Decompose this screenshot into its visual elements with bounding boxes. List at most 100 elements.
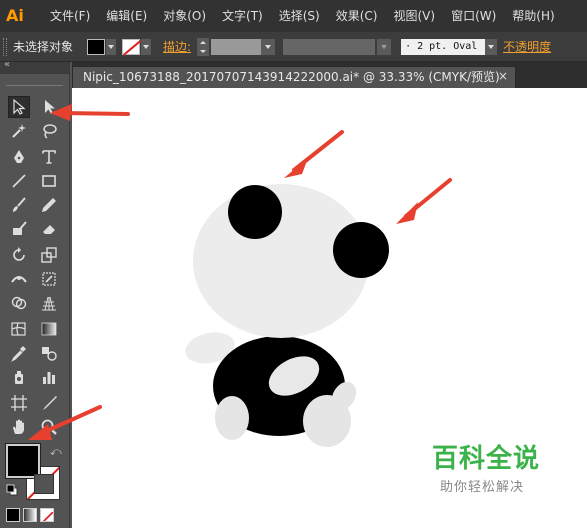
line-icon: [12, 174, 26, 188]
column-graph-tool[interactable]: [38, 366, 60, 388]
mesh-tool[interactable]: [8, 318, 30, 340]
symbol-sprayer-tool[interactable]: [8, 366, 30, 388]
rectangle-tool[interactable]: [38, 170, 60, 192]
rotate-icon: [13, 247, 25, 261]
brush-definition-field[interactable]: · 2 pt. Oval: [401, 38, 486, 55]
magic-wand-icon: [12, 124, 26, 138]
width-icon: [11, 276, 27, 283]
menu-select[interactable]: 选择(S): [271, 0, 328, 32]
hand-tool[interactable]: [8, 416, 30, 438]
menu-object[interactable]: 对象(O): [155, 0, 214, 32]
variable-width-dropdown[interactable]: [377, 38, 392, 55]
menu-edit[interactable]: 编辑(E): [98, 0, 155, 32]
menu-bar: Ai 文件(F) 编辑(E) 对象(O) 文字(T) 选择(S) 效果(C) 视…: [0, 0, 587, 32]
menu-view[interactable]: 视图(V): [385, 0, 443, 32]
eraser-icon: [43, 225, 55, 234]
color-mode-row: [6, 508, 54, 522]
color-mode-button[interactable]: [6, 508, 20, 522]
fill-color-swatch[interactable]: [5, 443, 41, 479]
perspective-grid-tool[interactable]: [38, 292, 60, 314]
scale-icon: [41, 247, 57, 263]
menu-effect[interactable]: 效果(C): [328, 0, 386, 32]
gradient-tool[interactable]: [38, 318, 60, 340]
stroke-weight-stepper[interactable]: [197, 37, 210, 56]
fill-color-button[interactable]: [87, 38, 117, 55]
line-segment-tool[interactable]: [8, 170, 30, 192]
panel-grip[interactable]: [6, 76, 63, 86]
lasso-tool[interactable]: [38, 120, 60, 142]
magic-wand-tool[interactable]: [8, 120, 30, 142]
scale-tool[interactable]: [38, 244, 60, 266]
artboard-canvas[interactable]: 百科全说 助你轻松解决: [72, 88, 587, 528]
fill-swatch: [87, 38, 106, 55]
document-tab-title: Nipic_10673188_20170707143914222000.ai* …: [83, 70, 500, 84]
gradient-icon: [41, 322, 57, 336]
slice-knife-icon: [43, 396, 57, 410]
swap-colors-icon[interactable]: ⤺: [50, 445, 62, 459]
blend-icon: [42, 347, 57, 361]
menu-window[interactable]: 窗口(W): [443, 0, 504, 32]
stroke-swatch-hole: [34, 474, 54, 494]
pencil-icon: [42, 198, 56, 212]
watermark-subtitle: 助你轻松解决: [440, 480, 525, 495]
pencil-tool[interactable]: [38, 194, 60, 216]
perspective-grid-icon: [42, 296, 56, 311]
stroke-weight-dropdown[interactable]: [261, 38, 276, 55]
eraser-tool[interactable]: [38, 218, 60, 240]
chevron-down-icon: [106, 38, 117, 55]
hand-icon: [13, 419, 24, 434]
shape-builder-tool[interactable]: [8, 292, 30, 314]
stroke-color-button[interactable]: [122, 38, 152, 55]
stroke-weight-input[interactable]: [211, 38, 262, 55]
slice-tool[interactable]: [38, 392, 60, 414]
mesh-icon: [11, 322, 26, 336]
direct-selection-tool[interactable]: [38, 96, 60, 118]
eyedropper-icon: [11, 346, 26, 362]
blob-brush-icon: [13, 221, 27, 235]
blob-brush-tool[interactable]: [8, 218, 30, 240]
rectangle-icon: [42, 175, 56, 187]
rotate-tool[interactable]: [8, 244, 30, 266]
zoom-tool[interactable]: [38, 416, 60, 438]
app-logo: Ai: [6, 6, 24, 25]
control-bar: 未选择对象 描边: · 2 pt. Oval 不透明度: [0, 32, 587, 62]
menu-type[interactable]: 文字(T): [214, 0, 271, 32]
panel-grip[interactable]: [3, 37, 7, 56]
gradient-mode-button[interactable]: [23, 508, 37, 522]
stroke-label-link[interactable]: 描边:: [163, 38, 191, 55]
eyedropper-tool[interactable]: [8, 342, 30, 364]
stroke-none-swatch: [122, 38, 141, 55]
arrow-down-icon: [200, 49, 207, 53]
brush-dropdown[interactable]: [485, 38, 498, 55]
watermark-title: 百科全说: [432, 444, 541, 474]
blend-tool[interactable]: [38, 342, 60, 364]
width-tool[interactable]: [8, 268, 30, 290]
illustrator-window: Ai 文件(F) 编辑(E) 对象(O) 文字(T) 选择(S) 效果(C) 视…: [0, 0, 587, 528]
document-tab[interactable]: Nipic_10673188_20170707143914222000.ai* …: [72, 66, 516, 88]
arrow-annotation: [396, 178, 452, 224]
lasso-icon: [43, 124, 57, 139]
opacity-label-link[interactable]: 不透明度: [503, 38, 551, 55]
paintbrush-tool[interactable]: [8, 194, 30, 216]
selection-arrow-icon: [13, 98, 26, 115]
arrow-annotation: [284, 130, 344, 178]
pen-tool[interactable]: [8, 146, 30, 168]
panel-collapse-bar[interactable]: [0, 59, 69, 74]
close-icon[interactable]: ×: [496, 66, 510, 86]
selection-status: 未选择对象: [13, 40, 74, 54]
column-graph-icon: [43, 372, 55, 384]
default-colors-icon[interactable]: [6, 484, 18, 496]
pen-icon: [14, 150, 24, 163]
menu-help[interactable]: 帮助(H): [504, 0, 562, 32]
selection-tool[interactable]: [8, 96, 30, 118]
variable-width-profile[interactable]: [283, 38, 376, 55]
artboard-tool[interactable]: [8, 392, 30, 414]
shape-builder-icon: [11, 296, 27, 310]
free-transform-tool[interactable]: [38, 268, 60, 290]
type-t-icon: [42, 150, 56, 164]
menu-file[interactable]: 文件(F): [42, 0, 98, 32]
none-mode-button[interactable]: [40, 508, 54, 522]
type-tool[interactable]: [38, 146, 60, 168]
zoom-magnifier-icon: [41, 419, 57, 435]
direct-selection-icon: [45, 100, 55, 114]
